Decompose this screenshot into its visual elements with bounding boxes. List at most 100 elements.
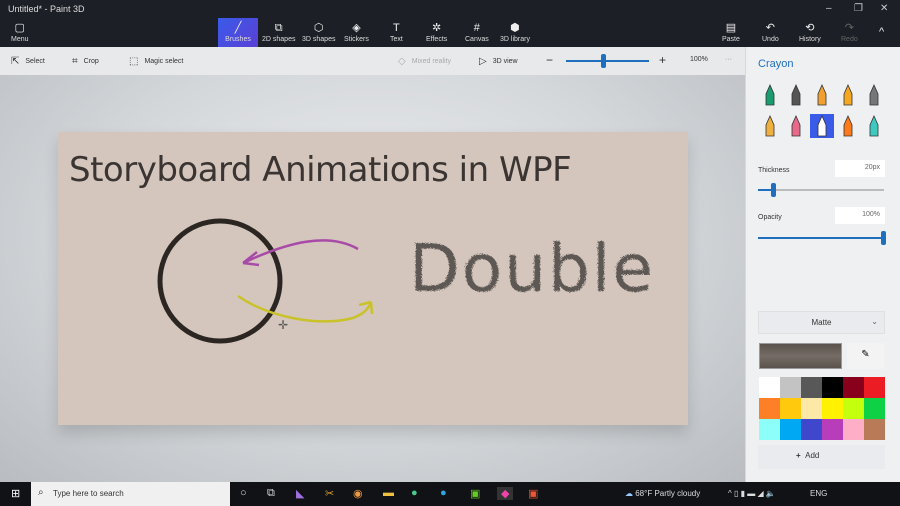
plus-icon: + (796, 451, 801, 460)
tab-stickers[interactable]: ◈ Stickers (341, 18, 372, 47)
mixed-reality-button[interactable]: ◇ Mixed reality (398, 56, 451, 67)
magic-select-button[interactable]: ⬚ Magic select (129, 56, 183, 67)
palette-color-15[interactable] (822, 419, 843, 440)
tab-text[interactable]: T Text (387, 18, 406, 47)
brush-icon (791, 84, 801, 106)
palette-color-17[interactable] (864, 419, 885, 440)
camtasia-icon[interactable]: ▣ (470, 487, 480, 500)
drawing-canvas[interactable]: Storyboard Animations in WPF Double ✛ (58, 132, 688, 425)
thickness-slider[interactable] (758, 183, 884, 197)
chrome-icon[interactable]: ◉ (353, 487, 363, 500)
brush-option-1[interactable] (784, 83, 808, 107)
palette-color-11[interactable] (864, 398, 885, 419)
tab-label: 2D shapes (262, 35, 296, 43)
undo-button[interactable]: ↶ Undo (759, 18, 782, 47)
palette-color-5[interactable] (864, 377, 885, 398)
menu-button[interactable]: ▢ Menu (8, 18, 32, 47)
brush-option-4[interactable] (862, 83, 886, 107)
tab-effects[interactable]: ✲ Effects (423, 18, 450, 47)
camtasia-recorder-icon[interactable]: ▣ (528, 487, 538, 500)
tab-brushes[interactable]: ╱ Brushes (218, 18, 258, 47)
tab-label: Text (390, 35, 403, 43)
more-options-button[interactable]: ··· (725, 56, 732, 63)
history-button[interactable]: ⟲ History (796, 18, 824, 47)
palette-color-1[interactable] (780, 377, 801, 398)
opacity-thumb[interactable] (881, 231, 886, 245)
brush-option-5[interactable] (758, 114, 782, 138)
select-button[interactable]: ⇱ Select (11, 56, 45, 67)
palette-color-8[interactable] (801, 398, 822, 419)
weather-widget[interactable]: ☁ 68°F Partly cloudy (625, 489, 700, 498)
brush-option-9[interactable] (862, 114, 886, 138)
tab-label: Effects (426, 35, 448, 43)
palette-color-9[interactable] (822, 398, 843, 419)
brush-option-2[interactable] (810, 83, 834, 107)
brush-option-3[interactable] (836, 83, 860, 107)
title-bar: Untitled* - Paint 3D – ❐ ✕ (0, 0, 900, 18)
brush-option-7[interactable] (810, 114, 834, 138)
crop-button[interactable]: ⌗ Crop (72, 56, 99, 67)
thickness-thumb[interactable] (771, 183, 777, 197)
file-explorer-icon[interactable]: ▬ (383, 487, 394, 499)
brush-grid (758, 83, 887, 138)
close-button[interactable]: ✕ (880, 3, 888, 14)
tool-app-icon[interactable]: ✂ (325, 487, 334, 500)
eyedropper-button[interactable]: ✎ (847, 343, 884, 369)
add-color-button[interactable]: + Add (758, 445, 885, 469)
brush-option-8[interactable] (836, 114, 860, 138)
current-color-swatch[interactable] (759, 343, 842, 369)
paint-3d-icon[interactable]: ◆ (497, 487, 514, 500)
collapse-ribbon-button[interactable]: ^ (876, 18, 887, 47)
menu-icon: ▢ (14, 21, 25, 34)
taskbar-search[interactable]: ⌕ Type here to search (31, 482, 230, 506)
tab-3d-library[interactable]: ⬢ 3D library (497, 18, 533, 47)
edge-dev-icon[interactable]: ● (411, 487, 418, 499)
zoom-slider-thumb[interactable] (601, 54, 607, 68)
search-placeholder: Type here to search (53, 489, 124, 498)
palette-color-2[interactable] (801, 377, 822, 398)
zoom-in-button[interactable]: + (659, 53, 666, 67)
palette-color-4[interactable] (843, 377, 864, 398)
palette-color-6[interactable] (759, 398, 780, 419)
visual-studio-icon[interactable]: ◣ (296, 487, 304, 500)
zoom-level[interactable]: 100% (690, 56, 708, 63)
palette-color-12[interactable] (759, 419, 780, 440)
tab-3d-shapes[interactable]: ⬡ 3D shapes (299, 18, 338, 47)
brush-icon (817, 115, 827, 137)
paste-label: Paste (722, 35, 740, 43)
ribbon: ▢ Menu ╱ Brushes ⧉ 2D shapes ⬡ 3D shapes ◈ St… (0, 18, 900, 47)
palette-color-13[interactable] (780, 419, 801, 440)
brush-icon (869, 84, 879, 106)
minimize-button[interactable]: – (826, 3, 832, 14)
windows-start-icon[interactable]: ⊞ (11, 487, 20, 500)
opacity-slider[interactable] (758, 231, 886, 245)
zoom-slider[interactable] (566, 54, 649, 68)
3d-view-button[interactable]: ▷ 3D view (479, 56, 518, 67)
palette-color-0[interactable] (759, 377, 780, 398)
cortana-icon[interactable]: ○ (240, 487, 247, 499)
opacity-input[interactable]: 100% (835, 207, 885, 224)
maximize-button[interactable]: ❐ (854, 3, 863, 14)
eyedropper-icon: ✎ (861, 349, 870, 360)
system-tray-icons[interactable]: ^ ▯ ▮ ▬ ◢ 🔈 (728, 489, 776, 498)
palette-color-3[interactable] (822, 377, 843, 398)
thickness-input[interactable]: 20px (835, 160, 885, 177)
effects-icon: ✲ (432, 21, 442, 34)
brush-option-6[interactable] (784, 114, 808, 138)
task-view-icon[interactable]: ⧉ (267, 487, 275, 500)
language-indicator[interactable]: ENG (810, 489, 827, 498)
palette-color-7[interactable] (780, 398, 801, 419)
zoom-out-button[interactable]: − (546, 53, 553, 67)
finish-dropdown[interactable]: Matte ⌄ (758, 311, 885, 334)
brush-option-0[interactable] (758, 83, 782, 107)
paste-button[interactable]: ▤ Paste (719, 18, 743, 47)
tab-canvas[interactable]: # Canvas (462, 18, 492, 47)
tab-2d-shapes[interactable]: ⧉ 2D shapes (259, 18, 298, 47)
palette-color-10[interactable] (843, 398, 864, 419)
redo-button[interactable]: ↷ Redo (838, 18, 861, 47)
palette-color-14[interactable] (801, 419, 822, 440)
palette-color-16[interactable] (843, 419, 864, 440)
menu-label: Menu (11, 35, 29, 43)
purple-arrow (242, 239, 359, 267)
edge-icon[interactable]: ● (440, 487, 447, 499)
